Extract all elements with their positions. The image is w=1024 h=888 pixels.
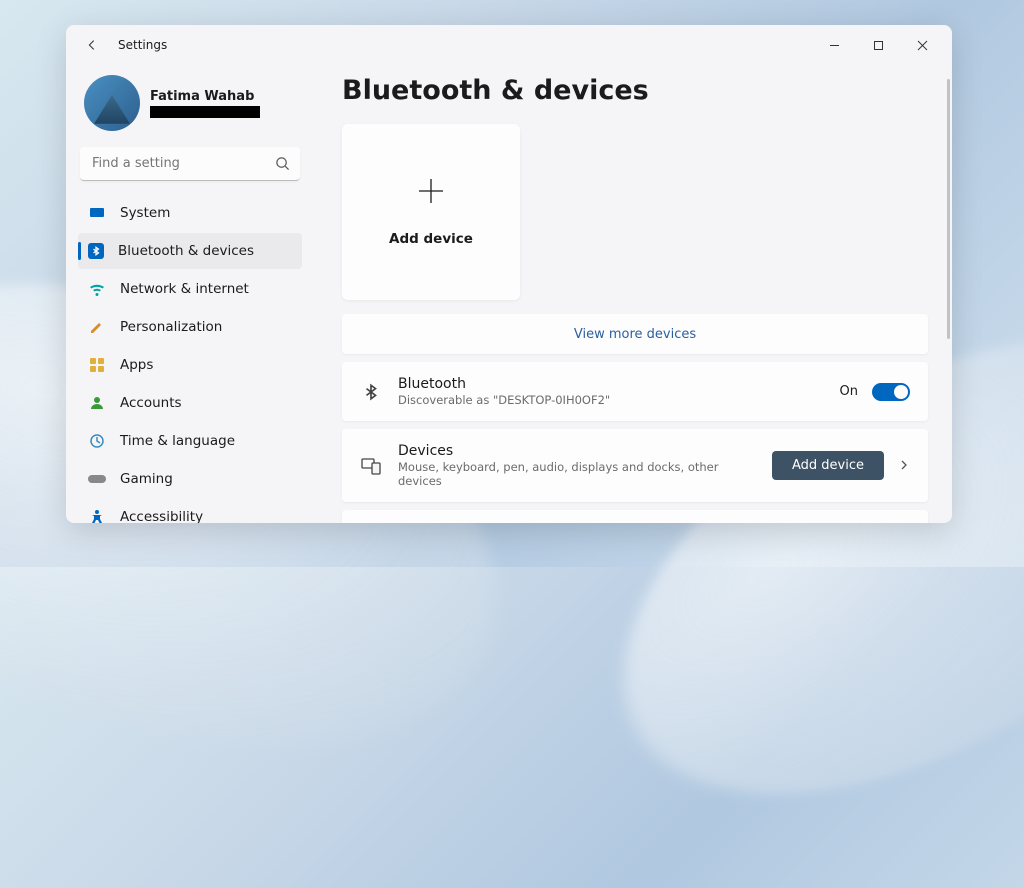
search-field[interactable] <box>80 147 300 181</box>
bluetooth-icon <box>360 383 382 401</box>
toggle-state: On <box>840 384 858 399</box>
nav-label: Bluetooth & devices <box>118 243 254 259</box>
settings-window: Settings Fatima Wahab <box>66 25 952 523</box>
profile-section[interactable]: Fatima Wahab <box>78 65 302 143</box>
nav-label: Gaming <box>120 471 173 487</box>
view-more-label: View more devices <box>574 327 696 342</box>
nav-label: Personalization <box>120 319 222 335</box>
apps-icon <box>88 356 106 374</box>
avatar <box>84 75 140 131</box>
personalization-icon <box>88 318 106 336</box>
nav-label: Time & language <box>120 433 235 449</box>
bluetooth-icon <box>88 243 104 259</box>
sidebar: Fatima Wahab System Bluetooth & devices <box>66 65 314 523</box>
profile-name: Fatima Wahab <box>150 89 260 104</box>
minimize-button[interactable] <box>812 29 856 61</box>
nav-network[interactable]: Network & internet <box>78 271 302 307</box>
nav-label: Network & internet <box>120 281 249 297</box>
nav-label: Apps <box>120 357 153 373</box>
network-icon <box>88 280 106 298</box>
search-icon <box>275 156 290 175</box>
view-more-devices[interactable]: View more devices <box>342 314 928 354</box>
profile-email-redacted <box>150 106 260 118</box>
window-title: Settings <box>118 38 167 52</box>
bluetooth-toggle[interactable] <box>872 383 910 401</box>
close-button[interactable] <box>900 29 944 61</box>
nav-system[interactable]: System <box>78 195 302 231</box>
nav-gaming[interactable]: Gaming <box>78 461 302 497</box>
gaming-icon <box>88 470 106 488</box>
nav-accessibility[interactable]: Accessibility <box>78 499 302 523</box>
row-title: Devices <box>398 443 756 459</box>
add-device-tile[interactable]: Add device <box>342 124 520 300</box>
nav-label: Accessibility <box>120 509 203 523</box>
back-button[interactable] <box>78 31 106 59</box>
devices-row[interactable]: Devices Mouse, keyboard, pen, audio, dis… <box>342 429 928 502</box>
system-icon <box>88 204 106 222</box>
row-subtitle: Mouse, keyboard, pen, audio, displays an… <box>398 460 756 488</box>
bluetooth-row[interactable]: Bluetooth Discoverable as "DESKTOP-0IH0O… <box>342 362 928 421</box>
row-subtitle: Discoverable as "DESKTOP-0IH0OF2" <box>398 393 824 407</box>
page-title: Bluetooth & devices <box>342 75 928 106</box>
titlebar: Settings <box>66 25 952 65</box>
nav-bluetooth-devices[interactable]: Bluetooth & devices <box>78 233 302 269</box>
nav-apps[interactable]: Apps <box>78 347 302 383</box>
devices-icon <box>360 457 382 475</box>
nav-label: System <box>120 205 170 221</box>
search-input[interactable] <box>80 147 300 181</box>
nav-accounts[interactable]: Accounts <box>78 385 302 421</box>
plus-icon <box>417 177 445 213</box>
add-device-label: Add device <box>389 231 473 247</box>
time-language-icon <box>88 432 106 450</box>
add-device-button[interactable]: Add device <box>772 451 884 480</box>
nav-personalization[interactable]: Personalization <box>78 309 302 345</box>
row-title: Bluetooth <box>398 376 824 392</box>
scrollbar[interactable] <box>947 79 950 339</box>
accounts-icon <box>88 394 106 412</box>
main-content: Bluetooth & devices Add device View more… <box>314 65 952 523</box>
printers-row[interactable]: Printers & scanners Preferences, trouble… <box>342 510 928 523</box>
chevron-right-icon <box>898 456 910 475</box>
accessibility-icon <box>88 508 106 523</box>
nav-label: Accounts <box>120 395 182 411</box>
maximize-button[interactable] <box>856 29 900 61</box>
nav-time-language[interactable]: Time & language <box>78 423 302 459</box>
nav: System Bluetooth & devices Network & int… <box>78 195 302 523</box>
